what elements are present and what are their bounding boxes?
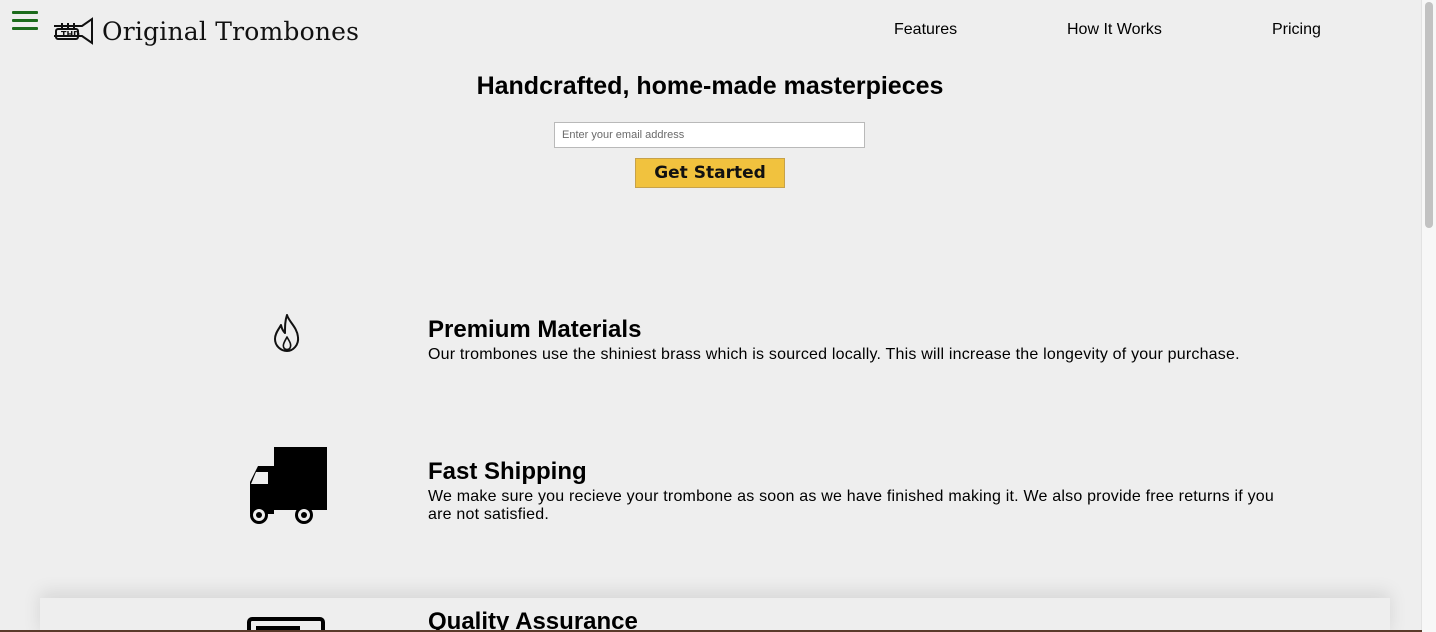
menu-icon[interactable] — [12, 10, 38, 32]
nav-link-pricing[interactable]: Pricing — [1272, 21, 1321, 39]
page: THD Original Trombones Features How It W… — [0, 0, 1436, 632]
svg-text:THD: THD — [61, 30, 80, 39]
feature-title-fast-shipping: Fast Shipping — [428, 458, 587, 485]
fire-icon — [272, 313, 302, 358]
trombone-logo-icon: THD — [52, 16, 94, 46]
brand-logo[interactable]: THD Original Trombones — [52, 14, 359, 48]
hero-title: Handcrafted, home-made masterpieces — [476, 72, 944, 100]
get-started-button[interactable]: Get Started — [635, 158, 785, 188]
scrollbar-thumb[interactable] — [1425, 2, 1433, 228]
feature-title-premium-materials: Premium Materials — [428, 316, 642, 343]
feature-description-fast-shipping: We make sure you recieve your trombone a… — [428, 488, 1274, 523]
brand-name: Original Trombones — [102, 16, 360, 46]
nav-link-how-it-works[interactable]: How It Works — [1067, 21, 1162, 39]
nav-link-features[interactable]: Features — [894, 21, 957, 39]
vertical-scrollbar[interactable] — [1421, 0, 1436, 632]
truck-icon — [246, 446, 330, 533]
feature-description-premium-materials: Our trombones use the shiniest brass whi… — [428, 346, 1240, 363]
section-shadow — [40, 598, 1390, 632]
feature-title-quality-assurance: Quality Assurance — [428, 608, 638, 632]
email-input[interactable] — [554, 122, 865, 148]
